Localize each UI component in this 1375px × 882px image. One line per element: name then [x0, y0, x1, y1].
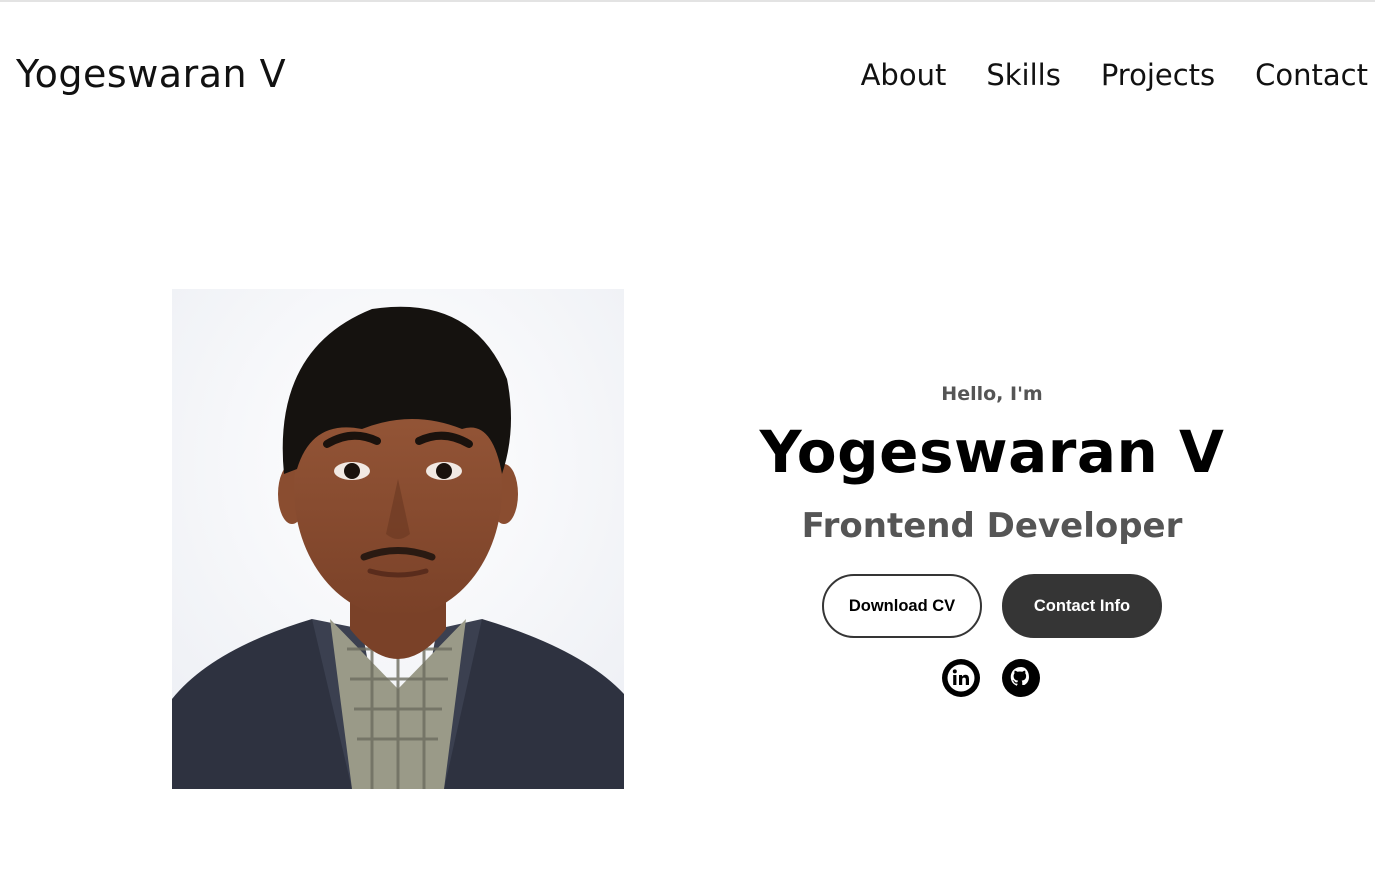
profile-name: Yogeswaran V	[759, 418, 1225, 486]
nav-link-skills[interactable]: Skills	[986, 58, 1060, 92]
profile-title: Frontend Developer	[801, 506, 1183, 546]
greeting-text: Hello, I'm	[941, 383, 1043, 405]
linkedin-icon[interactable]	[941, 658, 981, 698]
github-icon[interactable]	[1001, 658, 1041, 698]
site-logo[interactable]: Yogeswaran V	[16, 52, 286, 98]
contact-info-button[interactable]: Contact Info	[1002, 574, 1162, 638]
profile-picture	[172, 289, 624, 789]
social-links	[941, 658, 1041, 698]
nav-link-about[interactable]: About	[861, 58, 947, 92]
nav-link-contact[interactable]: Contact	[1255, 58, 1368, 92]
download-cv-button[interactable]: Download CV	[822, 574, 982, 638]
desktop-nav: Yogeswaran V About Skills Projects Conta…	[0, 0, 1375, 160]
nav-link-projects[interactable]: Projects	[1101, 58, 1215, 92]
nav-links: About Skills Projects Contact	[861, 58, 1368, 93]
